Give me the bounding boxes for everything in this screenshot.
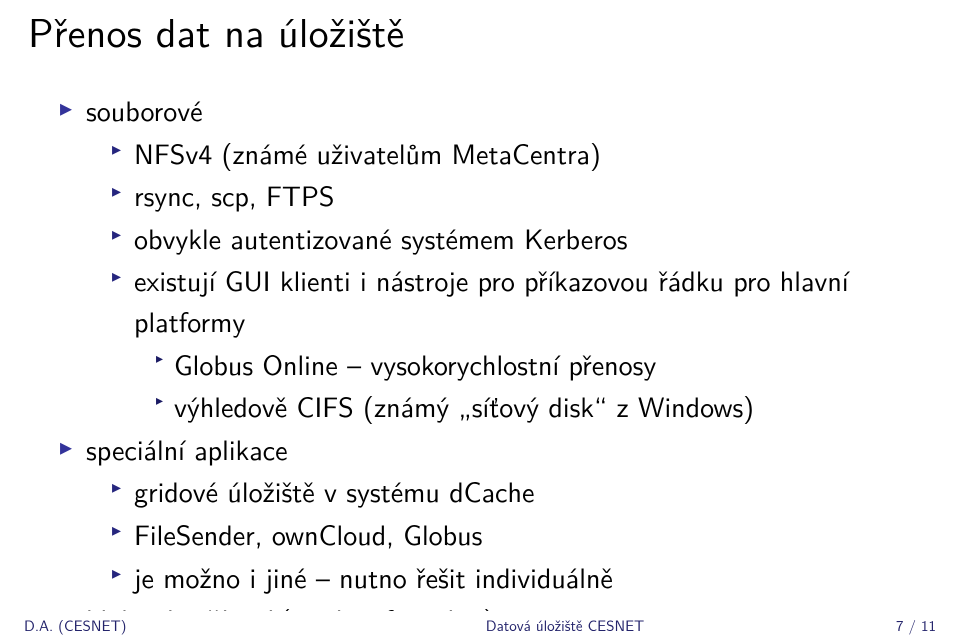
subbullet-dcache: gridové úložiště v systému dCache	[112, 471, 920, 512]
bullet-label: speciální aplikace	[86, 428, 288, 469]
subbullet-gui: existují GUI klienti i nástroje pro přík…	[112, 260, 920, 426]
slide-content: souborové NFSv4 (známé uživatelům MetaCe…	[60, 90, 920, 639]
slide-title: Přenos dat na úložiště	[28, 2, 404, 60]
footer: D.A. (CESNET) Datová úložiště CESNET 7 /…	[0, 611, 960, 639]
subbullet-gui-label: existují GUI klienti i nástroje pro přík…	[134, 259, 849, 341]
subsubbullet-cifs: výhledově CIFS (známý „síťový disk“ z Wi…	[156, 386, 920, 427]
subsubbullet-globus: Globus Online – vysokorychlostní přenosy	[156, 344, 920, 385]
slide: Přenos dat na úložiště souborové NFSv4 (…	[0, 0, 960, 639]
subbullet-nfsv4: NFSv4 (známé uživatelům MetaCentra)	[112, 133, 920, 174]
footer-author: D.A. (CESNET)	[0, 614, 314, 636]
footer-title: Datová úložiště CESNET	[314, 614, 816, 636]
subbullet-individ: je možno i jiné – nutno řešit individuál…	[112, 557, 920, 598]
subbullet-rsync: rsync, scp, FTPS	[112, 175, 920, 216]
subbullet-kerberos: obvykle autentizované systémem Kerberos	[112, 218, 920, 259]
bullet-souborove: souborové NFSv4 (známé uživatelům MetaCe…	[60, 90, 920, 427]
bullet-label: souborové	[86, 89, 203, 130]
subbullet-filesender: FileSender, ownCloud, Globus	[112, 514, 920, 555]
footer-page: 7 / 11	[816, 614, 960, 636]
bullet-spec-aplikace: speciální aplikace gridové úložiště v sy…	[60, 429, 920, 597]
